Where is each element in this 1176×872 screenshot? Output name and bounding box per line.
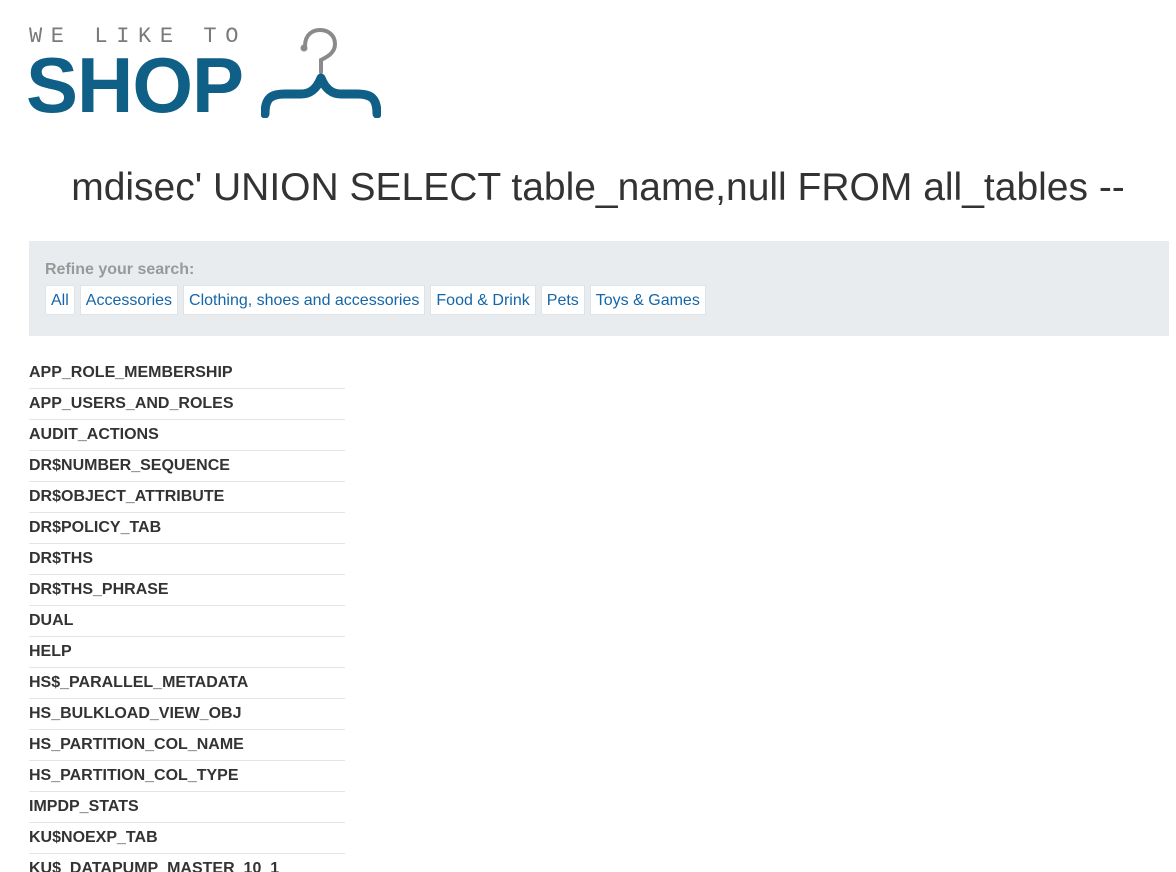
category-filter-list: All Accessories Clothing, shoes and acce… [45, 285, 706, 315]
table-name-cell: DUAL [29, 605, 345, 637]
filter-all[interactable]: All [45, 285, 75, 315]
filter-accessories[interactable]: Accessories [79, 285, 179, 315]
table-name-cell: HS_PARTITION_COL_TYPE [29, 760, 345, 792]
table-row: DR$POLICY_TAB [29, 512, 345, 544]
table-row: APP_USERS_AND_ROLES [29, 388, 345, 420]
filter-panel: Refine your search: All Accessories Clot… [29, 241, 1169, 336]
table-name-cell: HS_BULKLOAD_VIEW_OBJ [29, 698, 345, 730]
table-name-cell: HS$_PARALLEL_METADATA [29, 667, 345, 699]
table-row: DUAL [29, 605, 345, 637]
table-row: DR$NUMBER_SEQUENCE [29, 450, 345, 482]
table-name-cell: DR$OBJECT_ATTRIBUTE [29, 481, 345, 513]
table-name-cell: KU$_DATAPUMP_MASTER_10_1 [29, 853, 345, 872]
table-row: HS$_PARALLEL_METADATA [29, 667, 345, 699]
site-logo[interactable]: WE LIKE TO SHOP [26, 24, 389, 129]
table-name-cell: KU$NOEXP_TAB [29, 822, 345, 854]
table-row: DR$THS [29, 543, 345, 575]
table-row: HS_PARTITION_COL_NAME [29, 729, 345, 761]
table-row: KU$_DATAPUMP_MASTER_10_1 [29, 853, 345, 872]
table-name-cell: HS_PARTITION_COL_NAME [29, 729, 345, 761]
table-name-cell: IMPDP_STATS [29, 791, 345, 823]
table-row: AUDIT_ACTIONS [29, 419, 345, 451]
table-name-cell: DR$THS [29, 543, 345, 575]
table-name-cell: APP_USERS_AND_ROLES [29, 388, 345, 420]
table-name-cell: DR$THS_PHRASE [29, 574, 345, 606]
table-row: HS_BULKLOAD_VIEW_OBJ [29, 698, 345, 730]
table-name-cell: HELP [29, 636, 345, 668]
table-row: IMPDP_STATS [29, 791, 345, 823]
filter-pets[interactable]: Pets [540, 285, 585, 315]
filter-toys-games[interactable]: Toys & Games [589, 285, 706, 315]
logo-wordmark: SHOP [26, 41, 244, 129]
table-row: HS_PARTITION_COL_TYPE [29, 760, 345, 792]
filter-label: Refine your search: [45, 261, 195, 278]
results-table: APP_ROLE_MEMBERSHIP APP_USERS_AND_ROLES … [29, 358, 345, 872]
table-name-cell: APP_ROLE_MEMBERSHIP [29, 358, 345, 389]
table-row: HELP [29, 636, 345, 668]
table-name-cell: DR$POLICY_TAB [29, 512, 345, 544]
page: WE LIKE TO SHOP mdisec' UNION SELECT tab… [0, 0, 1176, 872]
table-name-cell: AUDIT_ACTIONS [29, 419, 345, 451]
table-name-cell: DR$NUMBER_SEQUENCE [29, 450, 345, 482]
filter-clothing-shoes-accessories[interactable]: Clothing, shoes and accessories [183, 285, 426, 315]
table-row: APP_ROLE_MEMBERSHIP [29, 358, 345, 389]
table-row: KU$NOEXP_TAB [29, 822, 345, 854]
filter-food-drink[interactable]: Food & Drink [430, 285, 536, 315]
search-query-heading: mdisec' UNION SELECT table_name,null FRO… [71, 166, 1125, 209]
table-row: DR$THS_PHRASE [29, 574, 345, 606]
table-row: DR$OBJECT_ATTRIBUTE [29, 481, 345, 513]
hanger-icon [261, 27, 381, 118]
